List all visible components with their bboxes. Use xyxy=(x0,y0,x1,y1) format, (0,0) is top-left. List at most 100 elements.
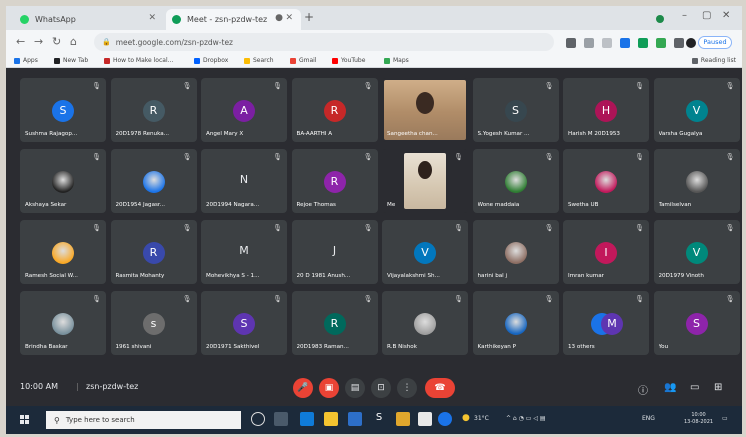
leave-call-button[interactable]: ☎ xyxy=(425,378,455,398)
camera-icon[interactable] xyxy=(566,38,576,48)
bookmark-item[interactable]: YouTube xyxy=(332,57,365,64)
participant-tile[interactable]: 🎙 harini bal j xyxy=(472,220,559,284)
mic-muted-icon: 🎙 xyxy=(363,153,373,161)
participant-tile[interactable]: 🎙 20D1954 Jagasr... xyxy=(110,149,197,213)
participant-tile[interactable]: 🎙 Wone maddaia xyxy=(472,149,559,213)
participant-tile[interactable]: I 🎙 Imran kumar xyxy=(563,220,649,284)
app-icon[interactable] xyxy=(418,412,432,426)
forward-icon[interactable]: → xyxy=(34,35,43,48)
participant-tile[interactable]: R 🎙 Rejoe Thomas xyxy=(291,149,378,213)
extension-icon[interactable] xyxy=(656,38,666,48)
tab-meet[interactable]: Meet - zsn-pzdw-tez ● ✕ xyxy=(166,9,301,30)
participant-tile[interactable]: 🎙 Tamilselvan xyxy=(653,149,740,213)
participant-tile[interactable]: S 🎙 Sushma Rajagop... xyxy=(20,78,106,142)
participant-tile[interactable]: 🎙 Swetha UB xyxy=(563,149,649,213)
participant-tile[interactable]: 🎙 Ramesh Social W... xyxy=(20,220,106,284)
participant-tile[interactable]: M 🎙 Mohevikhya S - 1... xyxy=(201,220,287,284)
file-explorer-icon[interactable] xyxy=(324,412,338,426)
participant-tile[interactable]: S 🎙 20D1971 Sakthivel xyxy=(201,291,287,355)
participant-tile[interactable]: V 🎙 Vijayalakshmi Sh... xyxy=(382,220,468,284)
language-indicator[interactable]: ENG xyxy=(642,415,655,422)
tray-icons[interactable]: ^ ⌂ ◔ ▭ ◁ ▤ xyxy=(506,415,546,422)
profile-avatar[interactable] xyxy=(686,38,696,48)
paused-sync-button[interactable]: Paused xyxy=(698,36,732,49)
task-view-icon[interactable] xyxy=(274,412,288,426)
weather-icon[interactable]: ● xyxy=(462,413,470,423)
participant-tile[interactable]: N 🎙 20D1994 Nagara... xyxy=(201,149,287,213)
bookmark-item[interactable]: New Tab xyxy=(54,57,88,64)
extension-icon[interactable] xyxy=(620,38,630,48)
participant-photo xyxy=(504,242,527,264)
close-tab-icon[interactable]: ✕ xyxy=(285,13,293,23)
extension-icon[interactable] xyxy=(638,38,648,48)
address-bar[interactable]: 🔒 meet.google.com/zsn-pzdw-tez xyxy=(94,33,554,51)
participant-tile[interactable]: 🎙 R.B Nishok xyxy=(382,291,468,355)
apps-icon xyxy=(14,57,20,64)
reload-icon[interactable]: ↻ xyxy=(52,35,61,48)
participant-tile[interactable]: s 🎙 1961 shivani xyxy=(110,291,197,355)
bookmark-item[interactable]: Dropbox xyxy=(194,57,228,64)
participant-tile[interactable]: 🎙 Brindha Baskar xyxy=(20,291,106,355)
bookmark-item[interactable]: Gmail xyxy=(290,57,317,64)
participant-tile[interactable]: V 🎙 20D1979 Vinoth xyxy=(653,220,740,284)
participant-tile[interactable]: S 🎙 S.Yogesh Kumar ... xyxy=(472,78,559,142)
participant-initial: J xyxy=(332,244,337,257)
store-icon[interactable] xyxy=(348,412,362,426)
participant-tile[interactable]: 🎙 Me xyxy=(382,149,468,213)
participant-tile[interactable]: 🎙 Karthikeyan P xyxy=(472,291,559,355)
participant-avatar: s xyxy=(142,313,165,335)
mic-muted-icon: 🎙 xyxy=(635,153,644,161)
bookmark-item[interactable]: Search xyxy=(244,57,274,64)
edge-icon[interactable] xyxy=(300,412,314,426)
taskbar-search-input[interactable]: ⚲ Type here to search xyxy=(46,411,241,429)
participant-tile[interactable]: J 🎙 20 D 1981 Anush... xyxy=(291,220,378,284)
participant-tile[interactable]: H 🎙 Harish M 20D1953 xyxy=(563,78,649,142)
mic-muted-icon: 🎙 xyxy=(182,82,192,90)
taskbar-clock[interactable]: 10:00 13-08-2021 xyxy=(684,412,713,426)
app-icon[interactable]: S xyxy=(372,412,386,426)
captions-button[interactable]: ▤ xyxy=(345,378,365,398)
close-tab-icon[interactable]: ✕ xyxy=(148,13,156,23)
participant-tile[interactable]: S 🎙 You xyxy=(653,291,740,355)
bookmark-item[interactable]: How to Make local... xyxy=(104,57,173,64)
present-button[interactable]: ⊡ xyxy=(371,378,391,398)
notifications-icon[interactable]: ▭ xyxy=(722,415,728,422)
participant-name: R.B Nishok xyxy=(387,344,417,350)
tune-icon[interactable] xyxy=(584,38,594,48)
minimize-button[interactable]: – xyxy=(682,10,687,21)
participant-tile[interactable]: R 🎙 Rasmita Mohanty xyxy=(110,220,197,284)
reading-list[interactable]: Reading list xyxy=(691,57,736,64)
tab-whatsapp[interactable]: WhatsApp ✕ xyxy=(14,9,164,30)
chat-icon[interactable]: ▭ xyxy=(690,382,699,393)
mic-off-button[interactable]: 🎤 xyxy=(293,378,313,398)
cortana-icon[interactable] xyxy=(251,412,265,426)
puzzle-icon[interactable] xyxy=(674,38,684,48)
close-tab-icon[interactable]: ● xyxy=(275,13,283,23)
back-icon[interactable]: ← xyxy=(16,35,25,48)
windows-start-icon[interactable] xyxy=(20,415,30,425)
participant-tile[interactable]: R 🎙 20D1983 Raman... xyxy=(291,291,378,355)
home-icon[interactable]: ⌂ xyxy=(70,35,77,48)
bookmark-item[interactable]: Apps xyxy=(14,57,38,64)
participant-tile[interactable]: A 🎙 Angel Mary X xyxy=(201,78,287,142)
participant-tile[interactable]: 🎙 Akshaya Sekar xyxy=(20,149,106,213)
bookmark-item[interactable]: Maps xyxy=(384,57,409,64)
activities-icon[interactable]: ⊞ xyxy=(714,382,722,393)
participant-avatar: V xyxy=(685,242,708,264)
app-icon[interactable] xyxy=(438,412,452,426)
participant-tile[interactable]: V 🎙 Varsha Gugalya xyxy=(653,78,740,142)
new-tab-button[interactable]: + xyxy=(304,10,314,24)
participant-avatar: S xyxy=(504,100,527,122)
people-icon[interactable]: 👥 xyxy=(664,382,676,393)
star-icon[interactable] xyxy=(602,38,612,48)
info-icon[interactable]: ⓘ xyxy=(638,382,648,397)
participant-tile[interactable]: R 🎙 20D1978 Renuka... xyxy=(110,78,197,142)
chrome-icon[interactable] xyxy=(396,412,410,426)
participant-tile[interactable]: M 🎙 13 others xyxy=(563,291,649,355)
participant-tile[interactable]: R 🎙 BA-AARTHI A xyxy=(291,78,378,142)
maximize-button[interactable]: ▢ xyxy=(702,10,711,21)
close-window-button[interactable]: ✕ xyxy=(722,10,730,21)
participant-tile[interactable]: •••Sangeetha chan... xyxy=(382,78,468,142)
more-options-button[interactable]: ⋮ xyxy=(397,378,417,398)
camera-off-button[interactable]: ▣ xyxy=(319,378,339,398)
